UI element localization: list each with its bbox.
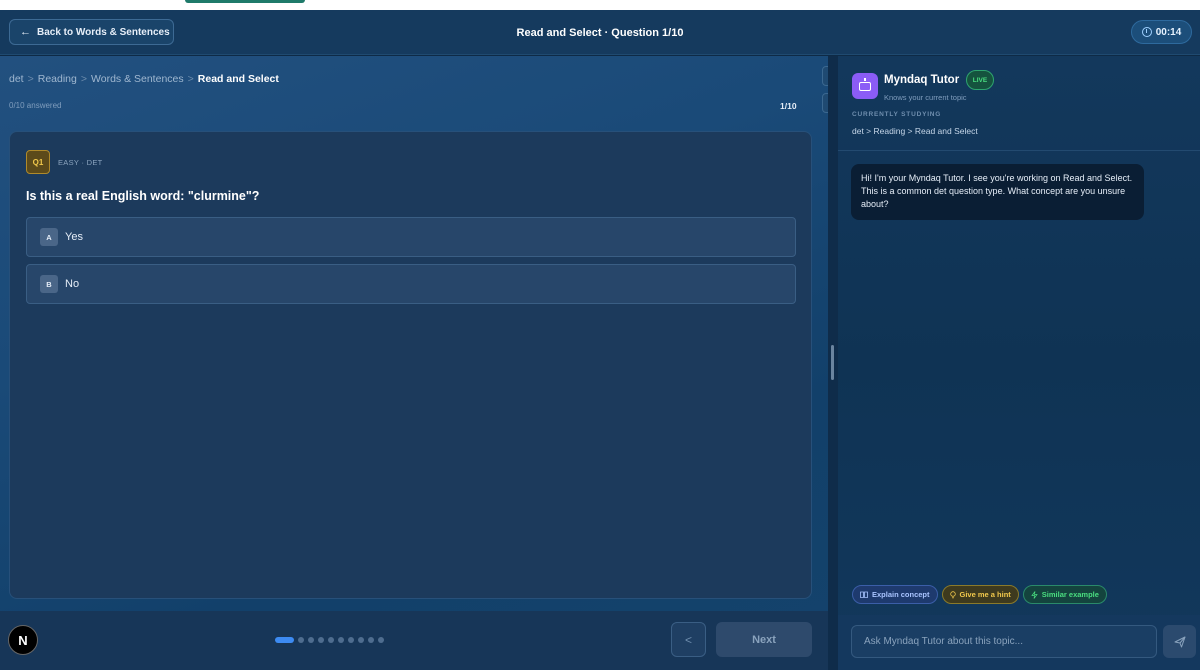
answered-count: 0/10 answered	[9, 101, 62, 110]
send-icon	[1174, 636, 1185, 647]
breadcrumb-item[interactable]: Reading	[38, 73, 77, 85]
chip-label: Similar example	[1041, 590, 1099, 599]
progress-dot[interactable]	[358, 637, 364, 643]
clock-icon	[1141, 27, 1152, 37]
lightbulb-icon	[949, 590, 956, 598]
studying-label: CURRENTLY STUDYING	[852, 111, 942, 118]
arrow-left-icon: ←	[20, 26, 31, 38]
progress-dot[interactable]	[328, 637, 334, 643]
breadcrumb-item[interactable]: Words & Sentences	[91, 73, 184, 85]
progress-dots	[275, 637, 384, 643]
book-icon	[860, 591, 868, 598]
breadcrumb-separator: >	[27, 73, 34, 85]
question-card: Q1 EASY · DET Is this a real English wor…	[9, 131, 812, 599]
progress-dot[interactable]	[378, 637, 384, 643]
hint-chip[interactable]: Give me a hint	[941, 585, 1019, 604]
option-label: No	[65, 278, 80, 290]
robot-icon	[852, 73, 878, 99]
answer-option-b[interactable]: B No	[26, 264, 796, 304]
back-button[interactable]: ← Back to Words & Sentences	[9, 19, 174, 45]
option-letter: A	[40, 228, 58, 246]
quick-actions: Explain concept Give me a hint Similar e…	[852, 585, 1107, 604]
tutor-name: Myndaq Tutor	[884, 74, 960, 86]
live-badge: LIVE	[966, 70, 994, 90]
question-pane: det > Reading > Words & Sentences > Read and S…	[0, 56, 843, 670]
chevron-left-icon: <	[684, 632, 692, 647]
breadcrumb-item[interactable]: det	[9, 73, 24, 85]
back-button-label: Back to Words & Sentences	[37, 26, 170, 38]
chip-label: Explain concept	[872, 590, 930, 599]
progress-dot[interactable]	[318, 637, 324, 643]
previous-button[interactable]: <	[671, 622, 706, 657]
tutor-message: Hi! I'm your Myndaq Tutor. I see you're …	[851, 164, 1144, 220]
option-label: Yes	[65, 231, 83, 243]
question-text: Is this a real English word: "clurmine"?	[26, 189, 260, 203]
next-button[interactable]: Next	[716, 622, 812, 657]
question-difficulty: EASY · DET	[58, 158, 103, 167]
answer-option-a[interactable]: A Yes	[26, 217, 796, 257]
question-number-badge: Q1	[26, 150, 50, 174]
resize-handle[interactable]	[831, 345, 834, 380]
progress-dot[interactable]	[275, 637, 294, 643]
explain-concept-chip[interactable]: Explain concept	[852, 585, 938, 604]
timer-badge: 00:14	[1131, 20, 1192, 44]
tutor-panel: Myndaq Tutor LIVE Knows your current top…	[838, 56, 1200, 670]
progress-dot[interactable]	[338, 637, 344, 643]
progress-dot[interactable]	[348, 637, 354, 643]
option-letter: B	[40, 275, 58, 293]
question-counter: 1/10	[780, 101, 797, 111]
chat-input[interactable]	[851, 625, 1157, 658]
browser-chrome-strip	[0, 0, 1200, 10]
question-footer: N < Next	[0, 611, 828, 670]
chat-input-bar	[838, 615, 1200, 670]
studying-path: det > Reading > Read and Select	[852, 126, 978, 136]
send-button[interactable]	[1163, 625, 1196, 658]
similar-example-chip[interactable]: Similar example	[1022, 585, 1107, 604]
progress-dot[interactable]	[298, 637, 304, 643]
app-logo[interactable]: N	[8, 625, 38, 655]
breadcrumb-current: Read and Select	[197, 73, 279, 85]
breadcrumb-separator: >	[187, 73, 194, 85]
chip-label: Give me a hint	[959, 590, 1011, 599]
page-title: Read and Select · Question 1/10	[516, 26, 684, 39]
sparkle-icon	[1031, 590, 1038, 599]
progress-dot[interactable]	[308, 637, 314, 643]
top-bar: ← Back to Words & Sentences Read and Sel…	[0, 10, 1200, 55]
tutor-header: Myndaq Tutor LIVE Knows your current top…	[838, 56, 1200, 151]
progress-dot[interactable]	[368, 637, 374, 643]
tutor-subtitle: Knows your current topic	[884, 93, 967, 102]
browser-tab-indicator	[185, 0, 305, 3]
timer-value: 00:14	[1155, 26, 1182, 38]
breadcrumb-separator: >	[80, 73, 88, 85]
breadcrumb: det > Reading > Words & Sentences > Read and S…	[9, 73, 279, 85]
